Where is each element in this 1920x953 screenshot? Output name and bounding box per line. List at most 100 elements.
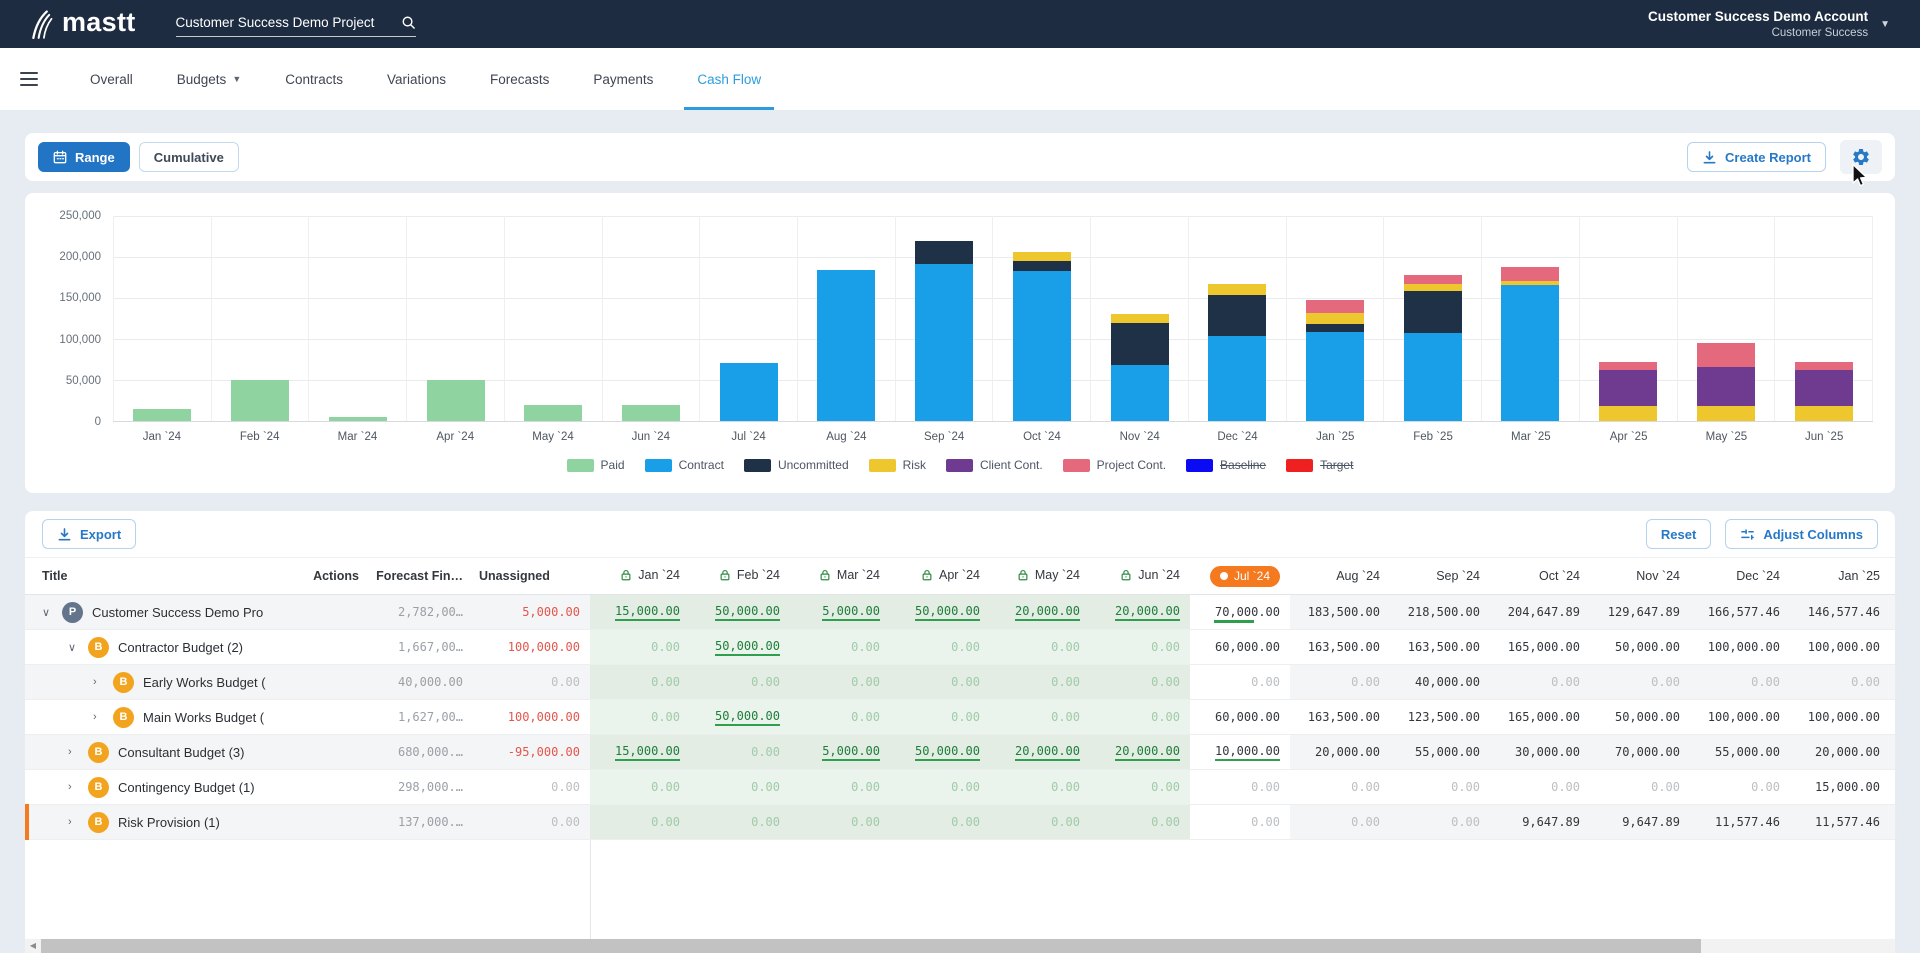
- cell-nov-24[interactable]: 129,647.89: [1590, 605, 1690, 619]
- cell-aug-24[interactable]: 20,000.00: [1290, 745, 1390, 759]
- bar-segment-client-cont-[interactable]: [1599, 370, 1657, 406]
- cell-jan-25[interactable]: 146,577.46: [1790, 605, 1890, 619]
- settings-button[interactable]: [1840, 140, 1882, 174]
- bar-segment-contract[interactable]: [915, 264, 973, 421]
- cell-jul-24[interactable]: 70,000.00: [1190, 595, 1290, 629]
- cell-aug-24[interactable]: 163,500.00: [1290, 710, 1390, 724]
- column-header-month[interactable]: Nov `24: [1590, 569, 1690, 583]
- bar-segment-project-cont-[interactable]: [1306, 300, 1364, 313]
- cell-jun-24[interactable]: 0.00: [1090, 630, 1190, 664]
- bar-segment-project-cont-[interactable]: [1599, 362, 1657, 370]
- bar-segment-paid[interactable]: [524, 405, 582, 421]
- cell-apr-24[interactable]: 0.00: [890, 630, 990, 664]
- cell-aug-24[interactable]: 183,500.00: [1290, 605, 1390, 619]
- cell-aug-24[interactable]: 0.00: [1290, 780, 1390, 794]
- cell-oct-24[interactable]: 9,647.89: [1490, 815, 1590, 829]
- cell-jul-24[interactable]: 0.00: [1190, 805, 1290, 839]
- row-title-label[interactable]: Risk Provision (1): [118, 815, 220, 830]
- cell-sep-24[interactable]: 163,500.00: [1390, 640, 1490, 654]
- cell-sep-24[interactable]: 0.00: [1390, 815, 1490, 829]
- account-menu[interactable]: Customer Success Demo Account Customer S…: [1648, 9, 1890, 39]
- bar-segment-uncommitted[interactable]: [1013, 261, 1071, 270]
- bar-segment-risk[interactable]: [1404, 284, 1462, 291]
- cell-apr-24[interactable]: 0.00: [890, 805, 990, 839]
- bar-segment-contract[interactable]: [1306, 332, 1364, 421]
- cell-sep-24[interactable]: 55,000.00: [1390, 745, 1490, 759]
- row-title-label[interactable]: Main Works Budget (: [143, 710, 264, 725]
- table-row[interactable]: ›BContingency Budget (1)298,000.…0.000.0…: [25, 770, 1895, 805]
- bar-segment-paid[interactable]: [622, 405, 680, 421]
- bar-segment-paid[interactable]: [427, 380, 485, 421]
- column-header-forecast[interactable]: Forecast Fin…: [367, 569, 467, 583]
- legend-item-client-cont-[interactable]: Client Cont.: [946, 458, 1043, 472]
- bar-segment-client-cont-[interactable]: [1795, 370, 1853, 406]
- stacked-bar[interactable]: [622, 405, 680, 421]
- horizontal-scrollbar[interactable]: ◀: [25, 939, 1895, 953]
- cell-sep-24[interactable]: 0.00: [1390, 780, 1490, 794]
- bar-segment-uncommitted[interactable]: [1208, 295, 1266, 336]
- legend-item-risk[interactable]: Risk: [869, 458, 926, 472]
- bar-segment-contract[interactable]: [1404, 333, 1462, 421]
- cell-oct-24[interactable]: 204,647.89: [1490, 605, 1590, 619]
- column-header-title[interactable]: Title: [25, 569, 305, 583]
- cell-nov-24[interactable]: 70,000.00: [1590, 745, 1690, 759]
- cell-may-24[interactable]: 20,000.00: [990, 595, 1090, 629]
- cell-jul-24[interactable]: 60,000.00: [1190, 630, 1290, 664]
- cell-sep-24[interactable]: 123,500.00: [1390, 710, 1490, 724]
- stacked-bar[interactable]: [1111, 314, 1169, 421]
- tab-budgets[interactable]: Budgets▼: [155, 48, 263, 110]
- reset-button[interactable]: Reset: [1646, 519, 1711, 549]
- column-header-month[interactable]: Sep `24: [1390, 569, 1490, 583]
- column-header-unassigned[interactable]: Unassigned: [467, 569, 590, 583]
- column-header-month[interactable]: Mar `24: [790, 568, 890, 584]
- cell-jul-24[interactable]: 0.00: [1190, 770, 1290, 804]
- cell-jan-24[interactable]: 0.00: [590, 665, 690, 699]
- cell-jun-24[interactable]: 0.00: [1090, 770, 1190, 804]
- chevron-down-icon[interactable]: ∨: [42, 606, 53, 619]
- bar-segment-uncommitted[interactable]: [1404, 291, 1462, 333]
- chevron-right-icon[interactable]: ›: [93, 676, 104, 688]
- row-title-label[interactable]: Contingency Budget (1): [118, 780, 255, 795]
- stacked-bar[interactable]: [231, 380, 289, 421]
- bar-segment-uncommitted[interactable]: [1306, 324, 1364, 332]
- tab-forecasts[interactable]: Forecasts: [468, 48, 571, 110]
- cell-oct-24[interactable]: 0.00: [1490, 780, 1590, 794]
- row-title-label[interactable]: Early Works Budget (: [143, 675, 266, 690]
- bar-segment-risk[interactable]: [1306, 313, 1364, 324]
- cell-may-24[interactable]: 0.00: [990, 805, 1090, 839]
- bar-segment-project-cont-[interactable]: [1795, 362, 1853, 370]
- cell-may-24[interactable]: 20,000.00: [990, 735, 1090, 769]
- create-report-button[interactable]: Create Report: [1687, 142, 1826, 172]
- cell-feb-24[interactable]: 50,000.00: [690, 700, 790, 734]
- cell-may-24[interactable]: 0.00: [990, 770, 1090, 804]
- project-search-input[interactable]: Customer Success Demo Project: [176, 11, 416, 37]
- cell-nov-24[interactable]: 0.00: [1590, 675, 1690, 689]
- cell-sep-24[interactable]: 40,000.00: [1390, 675, 1490, 689]
- cell-may-24[interactable]: 0.00: [990, 700, 1090, 734]
- cell-jul-24[interactable]: 10,000.00: [1190, 735, 1290, 769]
- cell-dec-24[interactable]: 11,577.46: [1690, 815, 1790, 829]
- cell-jan-24[interactable]: 0.00: [590, 805, 690, 839]
- cell-oct-24[interactable]: 165,000.00: [1490, 640, 1590, 654]
- stacked-bar[interactable]: [1404, 275, 1462, 421]
- chevron-right-icon[interactable]: ›: [93, 711, 104, 723]
- column-header-month[interactable]: Apr `24: [890, 568, 990, 584]
- bar-segment-paid[interactable]: [133, 409, 191, 421]
- column-header-month[interactable]: Jan `24: [590, 568, 690, 584]
- table-row[interactable]: ∨BContractor Budget (2)1,667,00…100,000.…: [25, 630, 1895, 665]
- chevron-right-icon[interactable]: ›: [68, 816, 79, 828]
- cell-jan-25[interactable]: 0.00: [1790, 675, 1890, 689]
- bar-segment-paid[interactable]: [329, 417, 387, 421]
- stacked-bar[interactable]: [427, 380, 485, 421]
- column-header-month[interactable]: Dec `24: [1690, 569, 1790, 583]
- cell-nov-24[interactable]: 0.00: [1590, 780, 1690, 794]
- stacked-bar[interactable]: [1306, 300, 1364, 421]
- bar-segment-risk[interactable]: [1111, 314, 1169, 323]
- bar-segment-project-cont-[interactable]: [1501, 267, 1559, 281]
- bar-segment-contract[interactable]: [817, 270, 875, 421]
- stacked-bar[interactable]: [1208, 284, 1266, 421]
- legend-item-project-cont-[interactable]: Project Cont.: [1063, 458, 1166, 472]
- column-header-month[interactable]: Aug `24: [1290, 569, 1390, 583]
- cell-mar-24[interactable]: 0.00: [790, 770, 890, 804]
- legend-item-uncommitted[interactable]: Uncommitted: [744, 458, 849, 472]
